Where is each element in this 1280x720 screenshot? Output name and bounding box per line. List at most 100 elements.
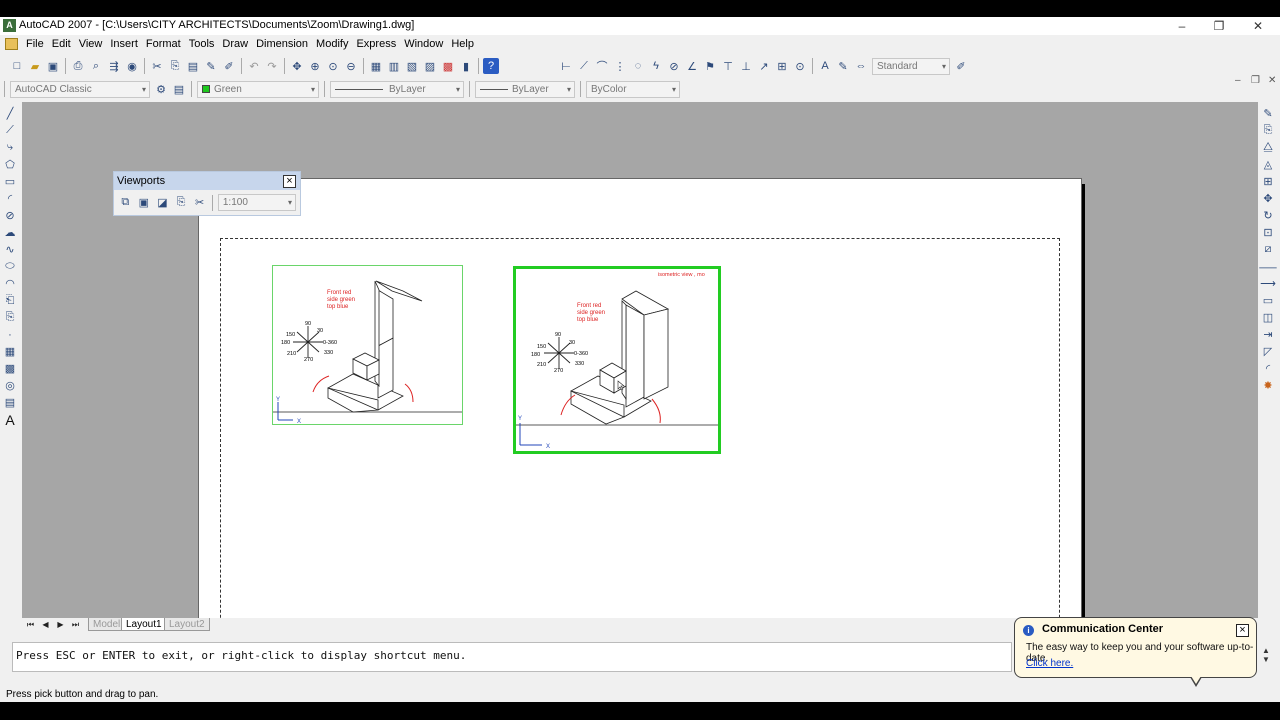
rotate-icon[interactable]: ↻ xyxy=(1260,208,1276,223)
menu-edit[interactable]: Edit xyxy=(52,38,77,50)
circle-icon[interactable]: ⊘ xyxy=(2,208,18,223)
linear-dim-icon[interactable]: ⊢ xyxy=(558,58,574,74)
3d-dwf-icon[interactable]: ◉ xyxy=(124,58,140,74)
display-viewports-dialog-icon[interactable]: ⧉ xyxy=(117,195,134,211)
dim-style-icon[interactable]: ✐ xyxy=(953,58,969,74)
aligned-dim-icon[interactable]: ⟋ xyxy=(576,58,592,74)
match-properties-icon[interactable]: ✎ xyxy=(203,58,219,74)
explode-icon[interactable]: ✸ xyxy=(1260,378,1276,393)
dim-update-icon[interactable]: ⇔ xyxy=(853,58,869,74)
menu-file[interactable]: File xyxy=(26,38,50,50)
doc-minimize-button[interactable]: – xyxy=(1235,75,1241,86)
close-balloon-button[interactable]: × xyxy=(1236,624,1249,637)
arc-icon[interactable]: ◜ xyxy=(2,191,18,206)
close-viewports-toolbar-button[interactable]: × xyxy=(283,175,296,188)
extend-icon[interactable]: ⟶ xyxy=(1260,276,1276,291)
close-window-button[interactable]: ✕ xyxy=(1243,18,1273,34)
menu-tools[interactable]: Tools xyxy=(189,38,221,50)
baseline-icon[interactable]: ⊤ xyxy=(720,58,736,74)
offset-icon[interactable]: ◬ xyxy=(1260,157,1276,172)
doc-restore-button[interactable]: ❐ xyxy=(1251,75,1260,86)
markup-icon[interactable]: ▩ xyxy=(440,58,456,74)
design-center-icon[interactable]: ▥ xyxy=(386,58,402,74)
menu-help[interactable]: Help xyxy=(451,38,480,50)
publish-icon[interactable]: ⇶ xyxy=(106,58,122,74)
new-icon[interactable]: □ xyxy=(9,58,25,74)
ordinate-icon[interactable]: ⋮ xyxy=(612,58,628,74)
point-icon[interactable]: · xyxy=(2,327,18,342)
zoom-window-icon[interactable]: ⊙ xyxy=(325,58,341,74)
calculator-icon[interactable]: ▮ xyxy=(458,58,474,74)
revision-cloud-icon[interactable]: ☁ xyxy=(2,225,18,240)
plot-preview-icon[interactable]: ⌕ xyxy=(88,58,104,74)
menu-modify[interactable]: Modify xyxy=(316,38,354,50)
rectangle-icon[interactable]: ▭ xyxy=(2,174,18,189)
viewport-scale-combo[interactable]: 1:100 ▾ xyxy=(217,194,297,211)
radius-icon[interactable]: ◌ xyxy=(630,58,646,74)
array-icon[interactable]: ⊞ xyxy=(1260,174,1276,189)
hatch-icon[interactable]: ▦ xyxy=(2,344,18,359)
text-style-combo[interactable]: Standard ▾ xyxy=(872,57,950,75)
color-combo[interactable]: Green ▾ xyxy=(197,80,319,98)
diameter-icon[interactable]: ⊘ xyxy=(666,58,682,74)
center-mark-icon[interactable]: ⊙ xyxy=(792,58,808,74)
tab-layout1[interactable]: Layout1 xyxy=(121,618,167,631)
tab-model[interactable]: Model xyxy=(88,618,126,631)
linetype-combo[interactable]: ByLayer ▾ xyxy=(330,80,464,98)
pan-icon[interactable]: ✥ xyxy=(289,58,305,74)
click-here-link[interactable]: Click here. xyxy=(1026,658,1073,669)
workspace-settings-icon[interactable]: ⚙ xyxy=(153,81,169,97)
mirror-icon[interactable]: ⧋ xyxy=(1260,140,1276,155)
fillet-icon[interactable]: ◜ xyxy=(1260,361,1276,376)
help-icon[interactable]: ? xyxy=(483,58,499,74)
angular-icon[interactable]: ∠ xyxy=(684,58,700,74)
tool-palettes-icon[interactable]: ▧ xyxy=(404,58,420,74)
region-icon[interactable]: ◎ xyxy=(2,378,18,393)
prev-tab-icon[interactable]: ◀ xyxy=(39,619,52,631)
redo-icon[interactable]: ↷ xyxy=(264,58,280,74)
first-tab-icon[interactable]: ⏮ xyxy=(24,619,37,631)
jogged-icon[interactable]: ϟ xyxy=(648,58,664,74)
plotstyle-combo[interactable]: ByColor ▾ xyxy=(586,80,680,98)
undo-icon[interactable]: ↶ xyxy=(246,58,262,74)
workspace-combo[interactable]: AutoCAD Classic ▾ xyxy=(10,80,150,98)
multiline-text-icon[interactable]: A xyxy=(2,412,18,428)
menu-express[interactable]: Express xyxy=(356,38,402,50)
single-viewport-icon[interactable]: ▣ xyxy=(136,195,153,211)
tab-layout2[interactable]: Layout2 xyxy=(164,618,210,631)
chamfer-icon[interactable]: ◸ xyxy=(1260,344,1276,359)
minimize-button[interactable]: – xyxy=(1167,18,1197,34)
trim-icon[interactable]: ⸺ xyxy=(1259,259,1277,274)
copy-object-icon[interactable]: ⎘ xyxy=(1260,123,1276,138)
menu-window[interactable]: Window xyxy=(404,38,449,50)
command-line[interactable]: Press ESC or ENTER to exit, or right-cli… xyxy=(12,642,1012,672)
quick-dim-icon[interactable]: ⚑ xyxy=(702,58,718,74)
ellipse-arc-icon[interactable]: ◠ xyxy=(2,276,18,291)
sheet-set-icon[interactable]: ▨ xyxy=(422,58,438,74)
save-icon[interactable]: ▣ xyxy=(45,58,61,74)
zoom-realtime-icon[interactable]: ⊕ xyxy=(307,58,323,74)
dim-edit-icon[interactable]: A xyxy=(817,58,833,74)
scale-icon[interactable]: ⊡ xyxy=(1260,225,1276,240)
next-tab-icon[interactable]: ▶ xyxy=(54,619,67,631)
viewport-2[interactable]: isometric view , mo Front red side green… xyxy=(513,266,721,454)
properties-icon[interactable]: ▦ xyxy=(368,58,384,74)
erase-icon[interactable]: ✎ xyxy=(1260,106,1276,121)
restore-button[interactable]: ❐ xyxy=(1204,18,1234,34)
plot-icon[interactable]: ⎙ xyxy=(70,58,86,74)
move-icon[interactable]: ✥ xyxy=(1260,191,1276,206)
polygon-icon[interactable]: ⬠ xyxy=(2,157,18,172)
tolerance-icon[interactable]: ⊞ xyxy=(774,58,790,74)
construction-line-icon[interactable]: ⟋ xyxy=(2,123,18,138)
menu-insert[interactable]: Insert xyxy=(110,38,144,50)
last-tab-icon[interactable]: ⏭ xyxy=(69,619,82,631)
viewport-1[interactable]: Front red side green top blue 90 30 150 … xyxy=(272,265,463,425)
clip-viewport-icon[interactable]: ✂ xyxy=(191,195,208,211)
spline-icon[interactable]: ∿ xyxy=(2,242,18,257)
dim-text-edit-icon[interactable]: ✎ xyxy=(835,58,851,74)
join-icon[interactable]: ⇥ xyxy=(1260,327,1276,342)
polygonal-viewport-icon[interactable]: ◪ xyxy=(154,195,171,211)
layer-manager-icon[interactable]: ▤ xyxy=(171,81,187,97)
polyline-icon[interactable]: ⤷ xyxy=(2,140,18,155)
block-editor-icon[interactable]: ✐ xyxy=(221,58,237,74)
